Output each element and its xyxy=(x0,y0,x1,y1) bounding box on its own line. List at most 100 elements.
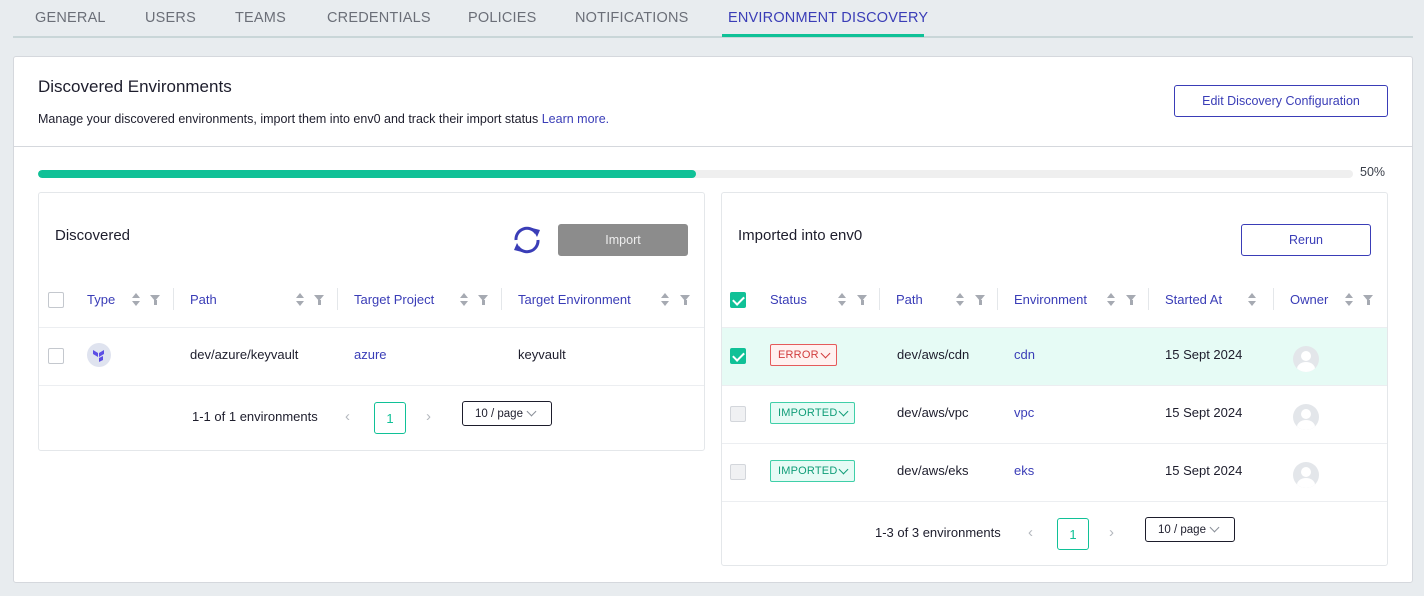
imported-title: Imported into env0 xyxy=(738,227,863,244)
filter-icon[interactable] xyxy=(478,295,489,305)
row-divider xyxy=(722,385,1387,386)
tab-general[interactable]: GENERAL xyxy=(35,10,106,26)
column-header-path[interactable]: Path xyxy=(896,292,923,307)
column-separator xyxy=(1273,288,1274,310)
sort-icon[interactable] xyxy=(460,293,468,306)
column-separator xyxy=(173,288,174,310)
status-badge[interactable]: IMPORTED xyxy=(770,402,856,424)
status-text: IMPORTED xyxy=(778,407,838,419)
row-checkbox[interactable] xyxy=(730,348,746,364)
learn-more-link[interactable]: Learn more. xyxy=(542,112,609,126)
select-all-checkbox[interactable] xyxy=(48,292,64,308)
column-header-target-environment[interactable]: Target Environment xyxy=(518,292,631,307)
chevron-down-icon xyxy=(820,348,831,358)
discovered-title: Discovered xyxy=(55,227,131,244)
next-page-icon[interactable]: › xyxy=(426,408,431,425)
page-size-value: 10 / page xyxy=(475,407,523,420)
column-header-environment[interactable]: Environment xyxy=(1014,292,1087,307)
filter-icon[interactable] xyxy=(975,295,986,305)
column-header-type[interactable]: Type xyxy=(87,292,115,307)
status-text: ERROR xyxy=(778,349,819,361)
avatar xyxy=(1293,346,1319,372)
page-size-select[interactable]: 10 / page xyxy=(1145,517,1235,542)
tab-notifications[interactable]: NOTIFICATIONS xyxy=(575,10,689,26)
page-size-value: 10 / page xyxy=(1158,523,1206,536)
row-path: dev/aws/eks xyxy=(897,463,969,478)
column-separator xyxy=(337,288,338,310)
filter-icon[interactable] xyxy=(150,295,161,305)
discovered-panel: Discovered Import Type Path Target Proje… xyxy=(38,192,705,451)
import-button[interactable]: Import xyxy=(558,224,688,256)
filter-icon[interactable] xyxy=(314,295,325,305)
row-started-at: 15 Sept 2024 xyxy=(1165,405,1243,420)
page-number-button[interactable]: 1 xyxy=(374,402,406,434)
row-divider xyxy=(39,385,704,386)
import-progress-bar xyxy=(38,170,1353,178)
pagination-summary: 1-1 of 1 environments xyxy=(192,409,318,424)
chevron-down-icon xyxy=(526,406,537,417)
column-separator xyxy=(879,288,880,310)
pagination-summary: 1-3 of 3 environments xyxy=(875,525,1001,540)
sort-icon[interactable] xyxy=(1107,293,1115,306)
column-header-path[interactable]: Path xyxy=(190,292,217,307)
prev-page-icon[interactable]: ‹ xyxy=(345,408,350,425)
terraform-icon xyxy=(87,343,111,367)
filter-icon[interactable] xyxy=(680,295,691,305)
sort-icon[interactable] xyxy=(1248,293,1256,306)
sort-icon[interactable] xyxy=(838,293,846,306)
refresh-icon[interactable] xyxy=(510,223,544,257)
filter-icon[interactable] xyxy=(1126,295,1137,305)
status-badge[interactable]: ERROR xyxy=(770,344,837,366)
row-divider xyxy=(722,501,1387,502)
sort-icon[interactable] xyxy=(956,293,964,306)
edit-discovery-configuration-button[interactable]: Edit Discovery Configuration xyxy=(1174,85,1388,117)
row-path: dev/aws/vpc xyxy=(897,405,969,420)
row-checkbox[interactable] xyxy=(48,348,64,364)
chevron-down-icon xyxy=(839,464,849,474)
filter-icon[interactable] xyxy=(1363,295,1374,305)
prev-page-icon[interactable]: ‹ xyxy=(1028,524,1033,541)
page-title: Discovered Environments xyxy=(38,77,232,96)
column-header-owner[interactable]: Owner xyxy=(1290,292,1328,307)
column-separator xyxy=(997,288,998,310)
row-checkbox[interactable] xyxy=(730,464,746,480)
row-started-at: 15 Sept 2024 xyxy=(1165,463,1243,478)
column-header-target-project[interactable]: Target Project xyxy=(354,292,434,307)
sort-icon[interactable] xyxy=(296,293,304,306)
chevron-down-icon xyxy=(839,406,849,416)
next-page-icon[interactable]: › xyxy=(1109,524,1114,541)
sort-icon[interactable] xyxy=(132,293,140,306)
row-environment[interactable]: eks xyxy=(1014,463,1034,478)
progress-fill xyxy=(38,170,696,178)
row-target-project[interactable]: azure xyxy=(354,347,387,362)
row-path: dev/aws/cdn xyxy=(897,347,970,362)
page-description: Manage your discovered environments, imp… xyxy=(38,112,609,126)
page-number-button[interactable]: 1 xyxy=(1057,518,1089,550)
tab-users[interactable]: USERS xyxy=(145,10,196,26)
row-started-at: 15 Sept 2024 xyxy=(1165,347,1243,362)
sort-icon[interactable] xyxy=(661,293,669,306)
filter-icon[interactable] xyxy=(857,295,868,305)
row-checkbox[interactable] xyxy=(730,406,746,422)
tab-policies[interactable]: POLICIES xyxy=(468,10,537,26)
chevron-down-icon xyxy=(1209,522,1220,533)
select-all-checkbox[interactable] xyxy=(730,292,746,308)
row-target-environment: keyvault xyxy=(518,347,566,362)
row-environment[interactable]: cdn xyxy=(1014,347,1035,362)
row-divider xyxy=(722,443,1387,444)
page-size-select[interactable]: 10 / page xyxy=(462,401,552,426)
column-header-started-at[interactable]: Started At xyxy=(1165,292,1222,307)
avatar xyxy=(1293,404,1319,430)
row-path: dev/azure/keyvault xyxy=(190,347,299,362)
tab-environment-discovery[interactable]: ENVIRONMENT DISCOVERY xyxy=(728,10,928,26)
row-environment[interactable]: vpc xyxy=(1014,405,1034,420)
tab-teams[interactable]: TEAMS xyxy=(235,10,286,26)
sort-icon[interactable] xyxy=(1345,293,1353,306)
tab-credentials[interactable]: CREDENTIALS xyxy=(327,10,431,26)
header-divider xyxy=(14,146,1412,147)
column-header-status[interactable]: Status xyxy=(770,292,807,307)
progress-percent: 50% xyxy=(1360,165,1386,179)
rerun-button[interactable]: Rerun xyxy=(1241,224,1371,256)
status-text: IMPORTED xyxy=(778,465,838,477)
status-badge[interactable]: IMPORTED xyxy=(770,460,856,482)
